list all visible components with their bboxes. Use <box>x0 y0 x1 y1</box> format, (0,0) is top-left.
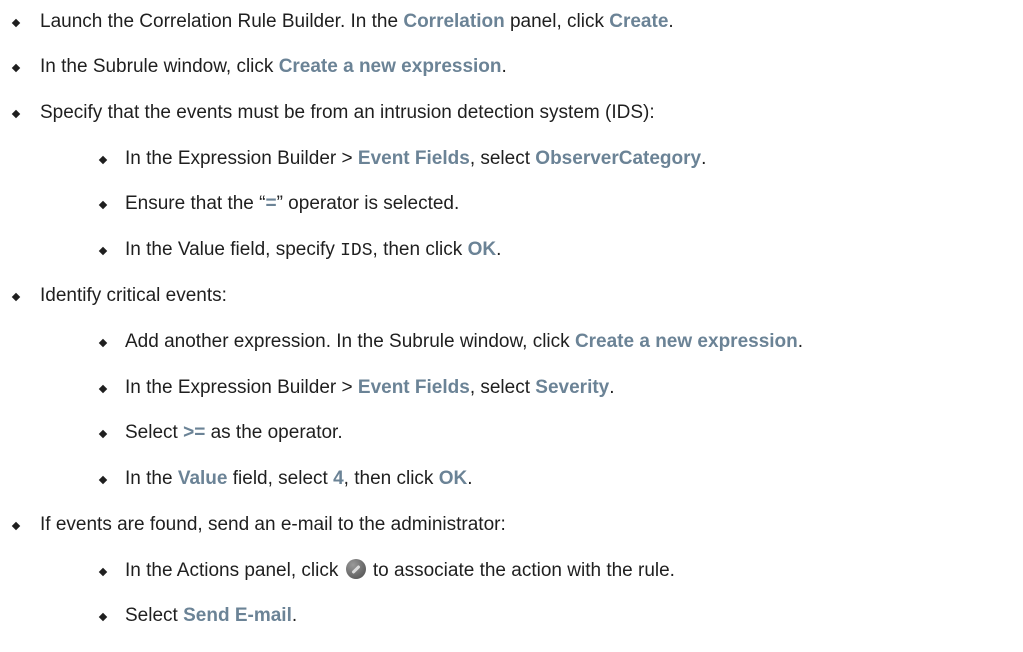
step-text: Identify critical events: <box>40 285 227 306</box>
value-field-label: Value <box>177 468 228 489</box>
create-expression-label: Create a new expression <box>278 56 502 77</box>
sub-bullet <box>98 384 108 394</box>
step-text: In the Subrule window, click <box>40 56 279 77</box>
step-text: If events are found, send an e-mail to t… <box>40 514 506 535</box>
substep-actions-panel: In the Actions panel, click to associate… <box>125 559 675 581</box>
sub-bullet <box>98 246 108 256</box>
send-email-label: Send E-mail <box>183 605 292 626</box>
event-fields-label: Event Fields <box>357 148 470 169</box>
bullet <box>11 521 21 531</box>
bullet <box>11 63 21 73</box>
substep-ensure-operator: Ensure that the “=” operator is selected… <box>125 193 460 214</box>
bullet <box>11 292 21 302</box>
step-specify-ids: Specify that the events must be from an … <box>40 101 655 125</box>
step-text: panel, click <box>504 11 610 32</box>
create-button-label: Create <box>609 11 669 32</box>
observer-category-label: ObserverCategory <box>535 148 702 169</box>
sub-bullet <box>98 429 108 439</box>
gear-icon <box>345 559 366 579</box>
sub-bullet <box>98 338 108 348</box>
step-launch-rule-builder: Launch the Correlation Rule Builder. In … <box>40 11 674 32</box>
severity-value: 4 <box>333 468 344 489</box>
step-subrule-create: In the Subrule window, click Create a ne… <box>40 56 507 77</box>
ids-code: IDS <box>340 241 373 261</box>
sub-bullet <box>98 612 108 622</box>
substep-select-operator: Select >= as the operator. <box>125 422 343 443</box>
sub-bullet <box>98 567 108 577</box>
substep-select-send-email: Select Send E-mail. <box>125 605 298 626</box>
gte-operator-label: >= <box>183 422 206 443</box>
step-text: Launch the Correlation Rule Builder. In … <box>40 11 404 32</box>
instructions-list: Launch the Correlation Rule Builder. In … <box>0 0 1023 652</box>
substep-select-severity: In the Expression Builder > Event Fields… <box>125 377 615 398</box>
bullet <box>11 109 21 119</box>
severity-label: Severity <box>535 377 610 398</box>
substep-value-four: In the Value field, select 4, then click… <box>125 468 473 489</box>
step-text: Specify that the events must be from an … <box>40 102 655 123</box>
substep-select-observer-category: In the Expression Builder > Event Fields… <box>125 148 707 169</box>
create-expression-label: Create a new expression <box>574 331 798 352</box>
step-identify-critical: Identify critical events: <box>40 284 227 308</box>
ok-button-label: OK <box>467 239 497 260</box>
equals-operator-label: = <box>265 193 277 214</box>
correlation-panel-label: Correlation <box>403 11 505 32</box>
sub-bullet <box>98 475 108 485</box>
event-fields-label: Event Fields <box>357 377 470 398</box>
sub-bullet <box>98 200 108 210</box>
step-send-email: If events are found, send an e-mail to t… <box>40 513 506 537</box>
substep-add-expression: Add another expression. In the Subrule w… <box>125 331 804 352</box>
substep-value-ids: In the Value field, specify IDS, then cl… <box>125 239 502 261</box>
bullet <box>11 18 21 28</box>
ok-button-label: OK <box>438 468 468 489</box>
sub-bullet <box>98 155 108 165</box>
